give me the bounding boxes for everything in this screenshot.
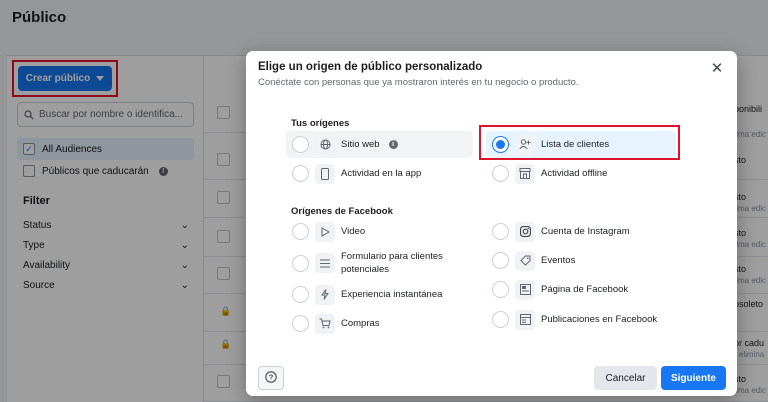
radio-button[interactable] xyxy=(492,281,509,298)
help-icon: ? xyxy=(265,370,277,386)
option-website[interactable]: Sitio web i xyxy=(286,131,473,158)
option-facebook-page[interactable]: Página de Facebook xyxy=(486,276,676,303)
cancel-button[interactable]: Cancelar xyxy=(594,366,657,390)
option-label: Formulario para clientes potenciales xyxy=(341,251,443,275)
radio-button[interactable] xyxy=(292,165,309,182)
option-lead-form[interactable]: Formulario para clientes potenciales xyxy=(286,248,473,278)
radio-button[interactable] xyxy=(292,315,309,332)
section-own-sources: Tus orígenes xyxy=(291,118,350,129)
custom-audience-source-dialog: Elige un origen de público personalizado… xyxy=(246,51,737,396)
option-label: Página de Facebook xyxy=(541,284,629,295)
info-icon: i xyxy=(388,140,398,149)
option-label: Eventos xyxy=(541,255,576,266)
customer-list-highlight xyxy=(479,125,680,160)
option-shopping[interactable]: Compras xyxy=(286,310,473,337)
section-facebook-sources: Orígenes de Facebook xyxy=(291,206,393,217)
close-icon[interactable]: ✕ xyxy=(709,60,725,77)
option-facebook-posts[interactable]: Publicaciones en Facebook xyxy=(486,306,676,333)
help-button[interactable]: ? xyxy=(258,366,284,390)
option-label: Experiencia instantánea xyxy=(341,289,443,300)
option-instant-experience[interactable]: Experiencia instantánea xyxy=(286,281,473,308)
option-label: Actividad offline xyxy=(541,168,608,179)
lightning-icon xyxy=(315,284,335,305)
tag-icon xyxy=(515,250,535,271)
option-instagram-account[interactable]: Cuenta de Instagram xyxy=(486,218,676,245)
svg-text:?: ? xyxy=(269,372,274,381)
instagram-icon xyxy=(515,221,535,242)
play-icon xyxy=(315,221,335,242)
option-label: Compras xyxy=(341,318,380,329)
globe-icon xyxy=(315,134,335,155)
option-label: Cuenta de Instagram xyxy=(541,226,630,237)
option-label: Sitio web xyxy=(341,139,380,150)
radio-button[interactable] xyxy=(292,136,309,153)
radio-button[interactable] xyxy=(492,252,509,269)
option-app-activity[interactable]: Actividad en la app xyxy=(286,160,473,187)
radio-button[interactable] xyxy=(492,165,509,182)
dialog-title: Elige un origen de público personalizado xyxy=(258,61,483,73)
radio-button[interactable] xyxy=(292,286,309,303)
option-label: Actividad en la app xyxy=(341,168,422,179)
radio-button[interactable] xyxy=(492,311,509,328)
radio-button[interactable] xyxy=(292,254,309,272)
option-video[interactable]: Video xyxy=(286,218,473,245)
mobile-app-icon xyxy=(315,163,335,184)
store-icon xyxy=(515,163,535,184)
option-events[interactable]: Eventos xyxy=(486,247,676,274)
cart-icon xyxy=(315,313,335,334)
option-label: Publicaciones en Facebook xyxy=(541,314,658,325)
dialog-subtitle: Conéctate con personas que ya mostraron … xyxy=(258,77,579,88)
next-button[interactable]: Siguiente xyxy=(661,366,726,390)
radio-button[interactable] xyxy=(492,223,509,240)
option-label: Video xyxy=(341,226,366,237)
radio-button[interactable] xyxy=(292,223,309,240)
page-icon xyxy=(515,279,535,300)
posts-icon xyxy=(515,309,535,330)
option-offline-activity[interactable]: Actividad offline xyxy=(486,160,676,187)
form-icon xyxy=(315,253,335,273)
